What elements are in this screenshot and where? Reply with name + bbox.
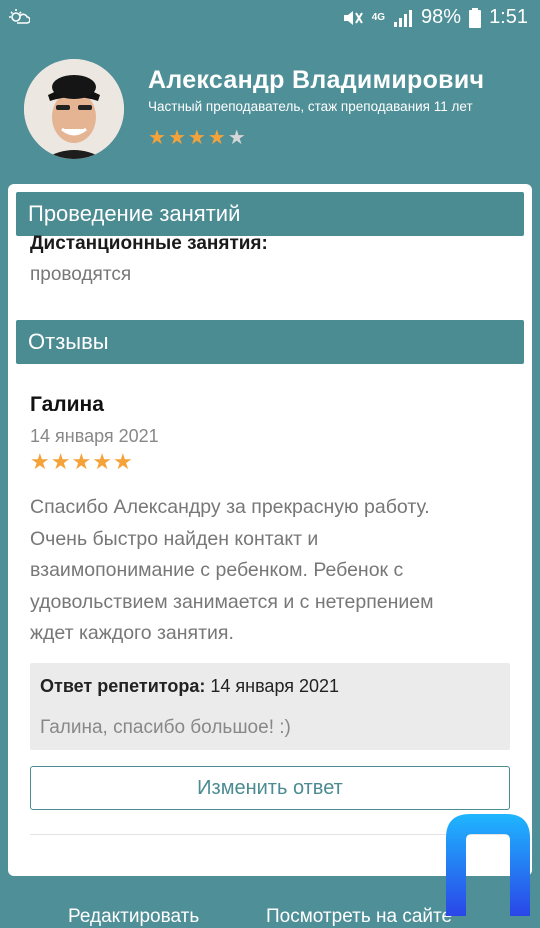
star-icon: ★ bbox=[207, 127, 226, 149]
status-bar: 4G 98% 1:51 bbox=[0, 0, 540, 36]
clock: 1:51 bbox=[489, 6, 528, 28]
section-header-classes: Проведение занятий bbox=[16, 192, 524, 236]
star-icon: ★ bbox=[92, 449, 112, 474]
review-date: 14 января 2021 bbox=[30, 426, 159, 446]
star-icon: ★ bbox=[50, 449, 71, 474]
review-text: Спасибо Александру за прекрасную работу.… bbox=[30, 496, 434, 644]
reply-label: Ответ репетитора: bbox=[40, 676, 206, 696]
tutor-name: Александр Владимирович bbox=[148, 66, 485, 94]
star-icon: ★ bbox=[167, 127, 186, 149]
weather-icon bbox=[9, 9, 30, 24]
battery-percent: 98% bbox=[421, 6, 462, 28]
mute-icon bbox=[343, 10, 363, 25]
view-on-site-link[interactable]: Посмотреть на сайте bbox=[266, 906, 452, 928]
reply-date: 14 января 2021 bbox=[210, 676, 340, 696]
signal-icon bbox=[394, 9, 413, 27]
star-icon: ★ bbox=[148, 127, 166, 149]
star-empty-icon: ★ bbox=[227, 127, 246, 149]
brand-logo-icon bbox=[446, 814, 530, 916]
review-author: Галина bbox=[30, 393, 104, 416]
star-icon: ★ bbox=[112, 449, 133, 474]
remote-classes-value: проводятся bbox=[30, 264, 132, 285]
reply-text: Галина, спасибо большое! :) bbox=[40, 717, 291, 738]
tutor-rating: ★ ★ ★ ★ ★ bbox=[148, 128, 246, 148]
tutor-subtitle: Частный преподаватель, стаж преподавания… bbox=[148, 99, 473, 114]
network-type: 4G bbox=[371, 12, 386, 23]
reply-heading: Ответ репетитора: 14 января 2021 bbox=[40, 676, 339, 697]
tutor-reply: Ответ репетитора: 14 января 2021 Галина,… bbox=[30, 663, 510, 750]
review-rating: ★ ★ ★ ★ ★ bbox=[30, 449, 133, 474]
battery-icon bbox=[469, 7, 482, 28]
star-icon: ★ bbox=[71, 449, 92, 474]
section-header-reviews: Отзывы bbox=[16, 320, 524, 364]
star-icon: ★ bbox=[187, 127, 206, 149]
profile-header: Александр Владимирович Частный преподава… bbox=[0, 50, 540, 180]
avatar-photo bbox=[24, 59, 124, 159]
divider bbox=[30, 834, 510, 835]
avatar[interactable] bbox=[24, 59, 124, 159]
star-icon: ★ bbox=[30, 449, 50, 474]
edit-reply-button[interactable]: Изменить ответ bbox=[30, 766, 510, 810]
remote-classes-label: Дистанционные занятия: bbox=[30, 233, 268, 254]
edit-profile-link[interactable]: Редактировать bbox=[68, 906, 199, 928]
content-card: Проведение занятий Дистанционные занятия… bbox=[8, 184, 532, 876]
